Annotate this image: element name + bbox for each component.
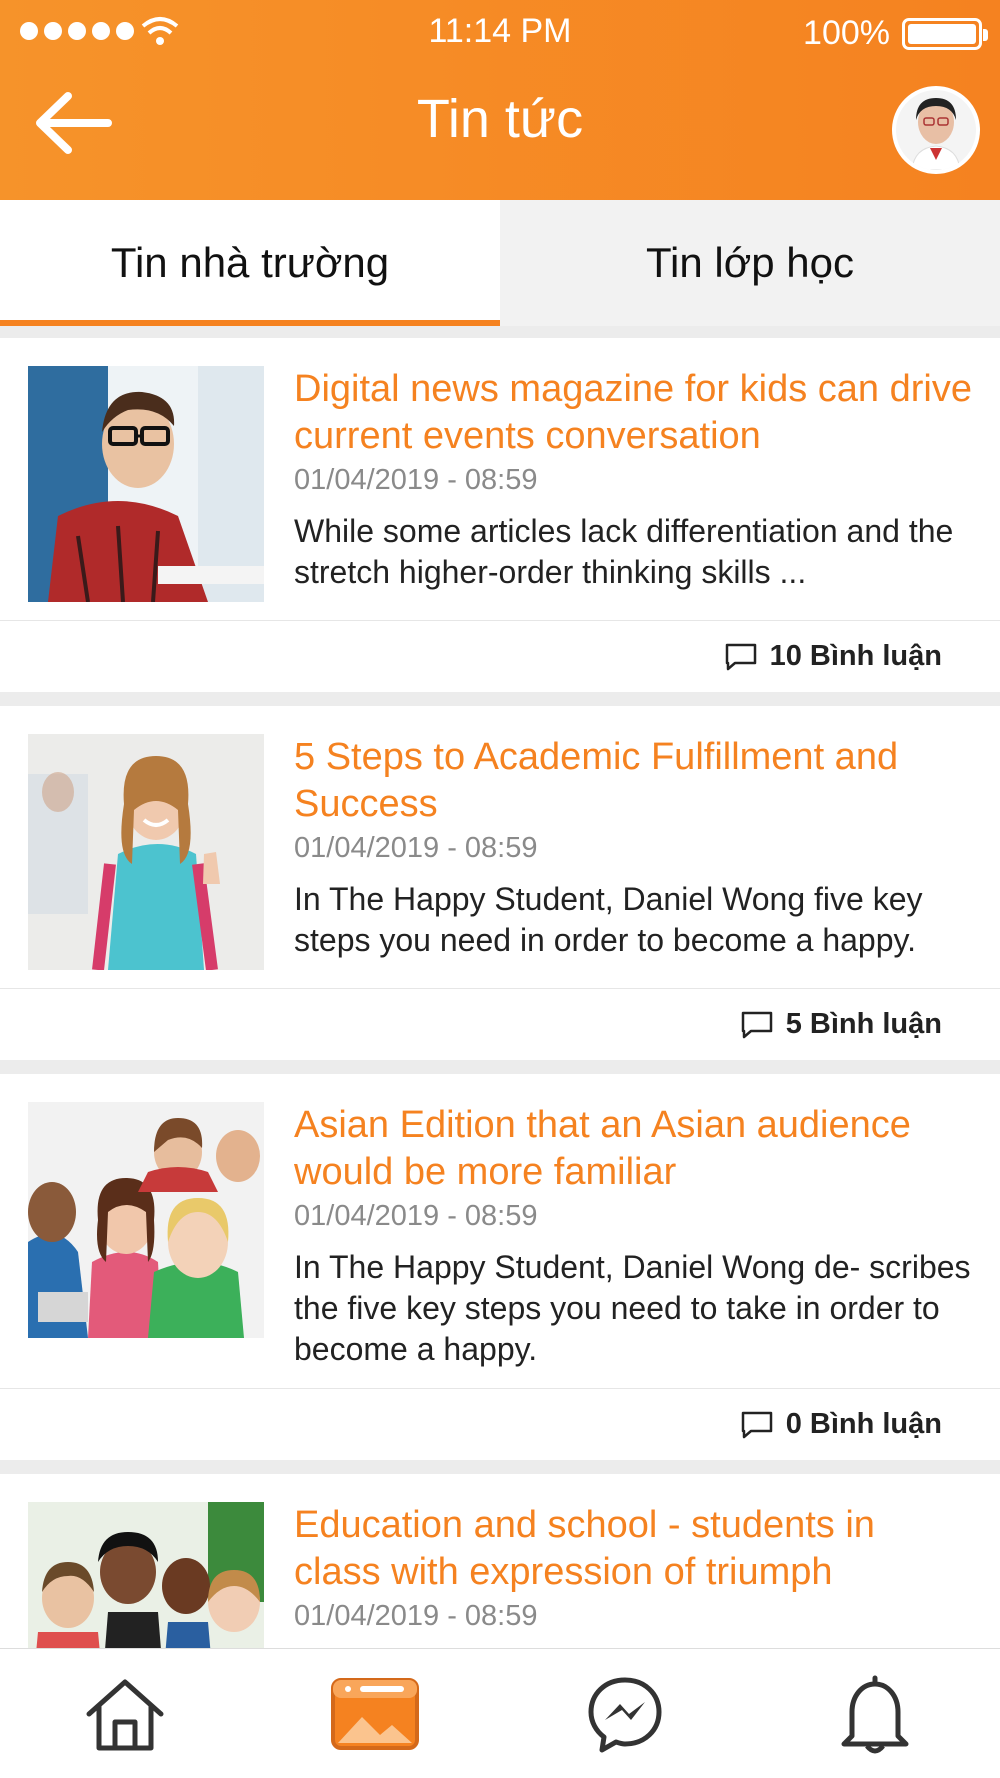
article-excerpt: In The Happy Student, Daniel Wong five k… xyxy=(294,881,923,958)
comment-count[interactable]: 5 Bình luận xyxy=(0,988,1000,1060)
comment-count[interactable]: 10 Bình luận xyxy=(0,620,1000,692)
page-title: Tin tức xyxy=(416,89,584,149)
list-item[interactable]: Education and school - students in class… xyxy=(0,1474,1000,1648)
article-title[interactable]: Education and school - students in class… xyxy=(294,1502,972,1596)
tab-school-news[interactable]: Tin nhà trường xyxy=(0,200,500,326)
news-screen: 11:14 PM 100% Tin tức Tin nhà trường Tin… xyxy=(0,0,1000,1778)
news-tabs: Tin nhà trường Tin lớp học xyxy=(0,200,1000,326)
status-bar: 11:14 PM 100% xyxy=(0,0,1000,62)
avatar[interactable] xyxy=(892,86,980,174)
comment-count-label: 10 Bình luận xyxy=(769,640,942,672)
article-thumbnail xyxy=(28,1102,264,1338)
comment-icon xyxy=(741,1011,772,1038)
tab-class-news[interactable]: Tin lớp học xyxy=(500,200,1000,326)
article-date: 01/04/2019 - 08:59 xyxy=(294,1200,538,1232)
article-title[interactable]: 5 Steps to Academic Fulfillment and Succ… xyxy=(294,734,972,828)
bottom-navigation xyxy=(0,1648,1000,1778)
comment-count-label: 5 Bình luận xyxy=(785,1008,942,1040)
messenger-icon xyxy=(588,1677,662,1752)
battery-percentage: 100% xyxy=(803,14,890,52)
article-date: 01/04/2019 - 08:59 xyxy=(294,464,538,496)
article-date: 01/04/2019 - 08:59 xyxy=(294,832,538,864)
news-list: Digital news magazine for kids can drive… xyxy=(0,338,1000,1648)
list-item[interactable]: Digital news magazine for kids can drive… xyxy=(0,338,1000,692)
comment-icon xyxy=(725,643,756,670)
article-thumbnail xyxy=(28,366,264,602)
nav-home[interactable] xyxy=(70,1659,180,1769)
app-header: 11:14 PM 100% Tin tức xyxy=(0,0,1000,200)
article-title[interactable]: Digital news magazine for kids can drive… xyxy=(294,366,972,460)
comment-count[interactable]: 0 Bình luận xyxy=(0,1388,1000,1460)
bell-icon xyxy=(841,1675,909,1753)
list-item[interactable]: 5 Steps to Academic Fulfillment and Succ… xyxy=(0,706,1000,1060)
nav-news[interactable] xyxy=(320,1659,430,1769)
list-item[interactable]: Asian Edition that an Asian audience wou… xyxy=(0,1074,1000,1460)
article-excerpt: While some articles lack differentiation… xyxy=(294,513,954,590)
comment-count-label: 0 Bình luận xyxy=(785,1408,942,1440)
nav-notifications[interactable] xyxy=(820,1659,930,1769)
article-title[interactable]: Asian Edition that an Asian audience wou… xyxy=(294,1102,972,1196)
comment-icon xyxy=(741,1411,772,1438)
nav-messenger[interactable] xyxy=(570,1659,680,1769)
article-date: 01/04/2019 - 08:59 xyxy=(294,1600,538,1632)
news-icon xyxy=(331,1677,419,1750)
battery-icon xyxy=(902,18,988,50)
home-icon xyxy=(86,1679,164,1750)
article-excerpt: In The Happy Student, Daniel Wong de- sc… xyxy=(294,1249,971,1367)
article-thumbnail xyxy=(28,1502,264,1648)
article-thumbnail xyxy=(28,734,264,970)
